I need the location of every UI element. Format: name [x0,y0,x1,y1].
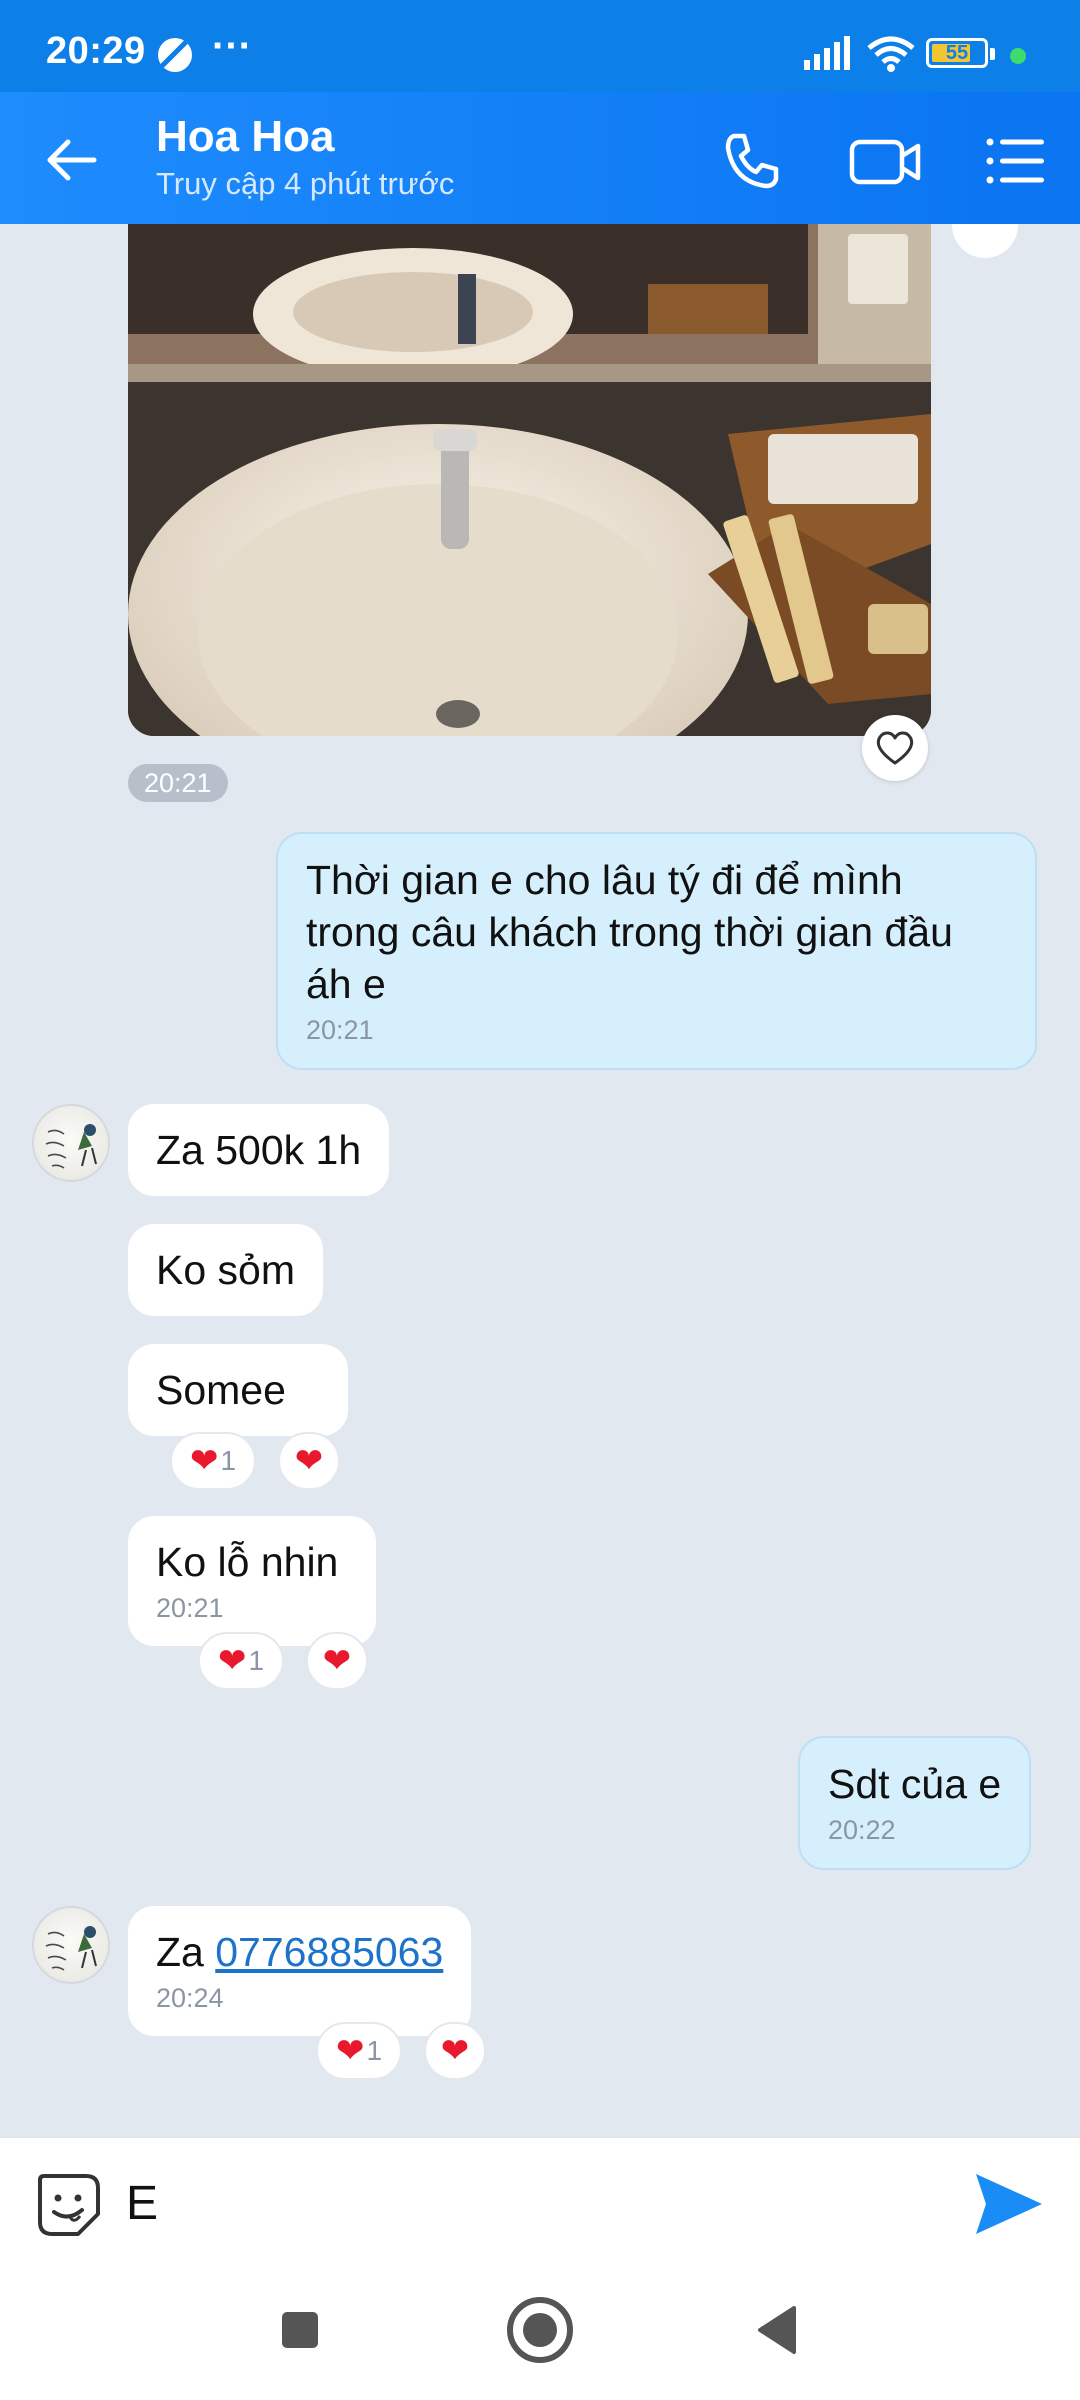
photo-message[interactable] [128,224,931,736]
red-heart-icon: ❤ [440,2032,470,2070]
reaction-count: 1 [366,2035,383,2066]
wifi-icon [867,36,915,72]
incoming-message[interactable]: Ko sỏm [128,1224,323,1316]
add-reaction-button[interactable]: ❤ [424,2022,486,2080]
incoming-message[interactable]: Za 500k 1h [128,1104,390,1196]
incoming-message[interactable]: Ko lỗ nhin 20:21 [128,1516,376,1646]
video-call-icon[interactable] [846,126,926,196]
outgoing-message[interactable]: Sdt của e 20:22 [798,1736,1032,1870]
status-bar: 20:29 ··· 55 [0,0,1080,92]
phone-number-link[interactable]: 0776885063 [215,1929,443,1975]
active-indicator-dot [1010,48,1026,64]
add-reaction-button[interactable]: ❤ [278,1432,340,1490]
battery-level: 55 [945,42,969,64]
reaction-count-badge[interactable]: ❤ 1 [170,1432,256,1490]
photo-timestamp: 20:21 [128,764,228,802]
more-notifications-icon: ··· [212,24,252,68]
reaction-count-badge[interactable]: ❤ 1 [316,2022,402,2080]
sticker-emoji-icon[interactable] [34,2170,104,2240]
chat-header: Hoa Hoa Truy cập 4 phút trước [0,92,1080,224]
message-time: 20:24 [156,1983,224,2013]
chat-thread[interactable]: 20:21 Thời gian e cho lâu tý đi để mình … [0,224,1080,2136]
back-arrow-icon[interactable] [40,128,104,192]
heart-reaction-icon[interactable] [862,715,928,781]
contact-name[interactable]: Hoa Hoa [156,112,334,162]
back-triangle-icon[interactable] [746,2298,810,2362]
contact-avatar[interactable] [32,1906,110,1984]
reaction-count: 1 [220,1445,237,1476]
reaction-count-badge[interactable]: ❤ 1 [198,1632,284,1690]
reaction-button[interactable] [952,224,1018,258]
menu-list-icon[interactable] [980,126,1050,196]
phone-icon[interactable] [716,126,786,196]
sink-photo [128,224,931,736]
message-text: Za [156,1929,216,1975]
message-text: Sdt của e [828,1761,1002,1807]
red-heart-icon: ❤ [335,2032,365,2070]
message-time: 20:21 [306,1015,374,1045]
red-heart-icon: ❤ [294,1442,324,1480]
app-notification-icon [158,38,192,72]
status-time: 20:29 [46,30,146,72]
red-heart-icon: ❤ [217,1642,247,1680]
message-text: Ko sỏm [156,1247,295,1293]
add-reaction-button[interactable]: ❤ [306,1632,368,1690]
message-text: Ko lỗ nhin [156,1539,339,1585]
message-text: Za 500k 1h [156,1127,362,1173]
message-text: Somee [156,1367,286,1413]
battery-icon: 55 [926,38,995,68]
outgoing-message[interactable]: Thời gian e cho lâu tý đi để mình trong … [276,832,1037,1070]
message-composer: E [0,2136,1080,2268]
reaction-count: 1 [248,1645,265,1676]
incoming-message[interactable]: Za 0776885063 20:24 [128,1906,472,2036]
message-time: 20:22 [828,1815,896,1845]
send-icon[interactable] [972,2170,1044,2238]
last-seen-status: Truy cập 4 phút trước [156,166,455,201]
incoming-message[interactable]: Somee [128,1344,348,1436]
message-text: Thời gian e cho lâu tý đi để mình trong … [306,857,953,1007]
home-circle-icon[interactable] [504,2294,576,2366]
red-heart-icon: ❤ [189,1442,219,1480]
recents-square-icon[interactable] [268,2298,332,2362]
signal-icon [804,36,850,70]
message-time: 20:21 [156,1593,224,1623]
red-heart-icon: ❤ [322,1642,352,1680]
contact-avatar[interactable] [32,1104,110,1182]
message-input[interactable]: E [126,2176,158,2231]
system-navigation-bar [0,2268,1080,2400]
